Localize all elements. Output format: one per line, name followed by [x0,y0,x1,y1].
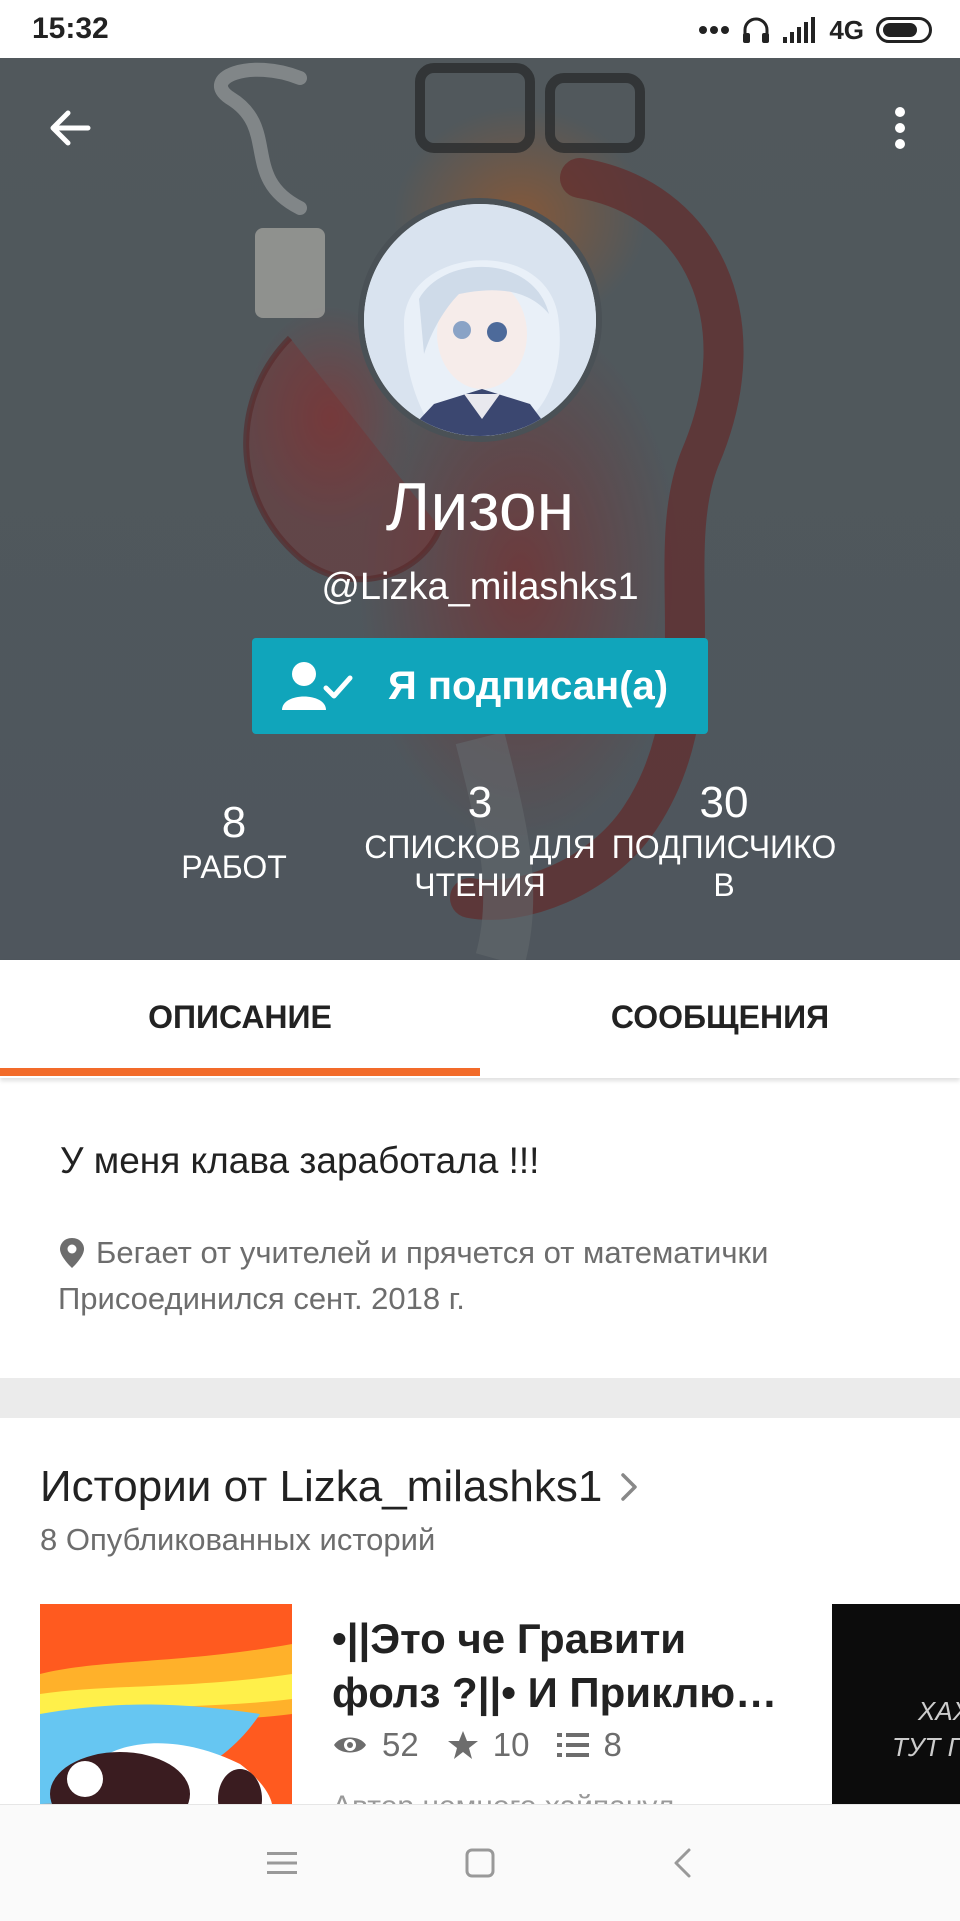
stories-subtitle: 8 Опубликованных историй [40,1522,436,1557]
battery-icon [876,17,932,43]
next-story-cover-text-1: ХАХ [918,1696,960,1726]
stories-header[interactable]: Истории от Lizka_milashks1 [40,1462,638,1512]
network-type: 4G [829,14,864,45]
status-icons: 4G [699,10,932,50]
vertical-dots-icon [895,107,905,149]
more-notifications-icon [699,26,730,34]
profile-header: Лизон @Lizka_milashks1 Я подписан(а) 8 Р… [0,58,960,960]
map-pin-icon [60,1238,84,1268]
square-home-icon [465,1848,495,1878]
follow-button-label: Я подписан(а) [388,663,669,708]
story-parts: 8 [603,1726,622,1763]
more-options-button[interactable] [888,102,912,154]
chevron-right-icon [621,1473,638,1501]
stat-works-label: РАБОТ [181,849,287,885]
stat-works[interactable]: 8 РАБОТ [154,798,314,886]
signal-icon [783,17,816,43]
back-nav-button[interactable] [652,1835,712,1891]
avatar[interactable] [358,198,602,442]
profile-info: Бегает от учителей и прячется от математ… [58,1230,768,1322]
section-divider [0,1378,960,1418]
list-icon [557,1733,590,1757]
menu-icon [267,1852,297,1874]
arrow-left-icon [50,110,91,146]
story-votes: 10 [492,1726,530,1763]
next-story-cover-text-2: ТУТ П [892,1732,960,1762]
story-title[interactable]: •||Это че Гравити фолз ?||• И Приклю… [332,1612,792,1720]
profile-handle: @Lizka_milashks1 [321,566,639,608]
joined-text: Присоединился сент. 2018 г. [58,1281,465,1316]
stories-title: Истории от Lizka_milashks1 [40,1462,603,1511]
follow-button[interactable]: Я подписан(а) [252,638,708,734]
active-tab-indicator [0,1068,480,1076]
tab-messages[interactable]: СООБЩЕНИЯ [480,960,960,1074]
stat-works-value: 8 [221,798,247,847]
location-line: Бегает от учителей и прячется от математ… [58,1230,768,1276]
stat-reading-lists-label-1: СПИСКОВ ДЛЯ [364,829,596,865]
eye-icon [334,1737,366,1753]
menu-nav-button[interactable] [252,1835,312,1891]
user-check-icon [282,662,353,710]
profile-description: У меня клава заработала !!! [60,1140,540,1181]
headphones-icon [743,17,770,43]
system-navigation-bar [0,1804,960,1921]
next-story-cover[interactable]: ХАХ ТУТ П [832,1604,960,1804]
star-icon [447,1731,478,1759]
stat-reading-lists-label-2: ЧТЕНИЯ [414,867,546,903]
story-views: 52 [382,1726,419,1763]
back-button[interactable] [44,102,96,154]
status-time: 15:32 [32,12,109,45]
story-cover-image [40,1604,292,1804]
tab-description[interactable]: ОПИСАНИЕ [0,960,480,1074]
status-bar: 15:32 4G [0,0,960,58]
story-meta: 52 10 8 [332,1726,622,1764]
stat-followers[interactable]: 30 ПОДПИСЧИКО В [604,778,844,904]
avatar-image [364,204,596,436]
stat-reading-lists-value: 3 [467,778,493,827]
stat-followers-label-2: В [713,867,735,903]
story-cover[interactable] [40,1604,292,1804]
chevron-left-icon [674,1848,691,1878]
stat-followers-value: 30 [699,778,749,827]
profile-name: Лизон [385,469,575,545]
location-text: Бегает от учителей и прячется от математ… [96,1235,769,1270]
stat-followers-label-1: ПОДПИСЧИКО [611,829,837,865]
profile-tabs: ОПИСАНИЕ СООБЩЕНИЯ [0,960,960,1078]
stat-reading-lists[interactable]: 3 СПИСКОВ ДЛЯ ЧТЕНИЯ [354,778,606,904]
home-nav-button[interactable] [450,1835,510,1891]
